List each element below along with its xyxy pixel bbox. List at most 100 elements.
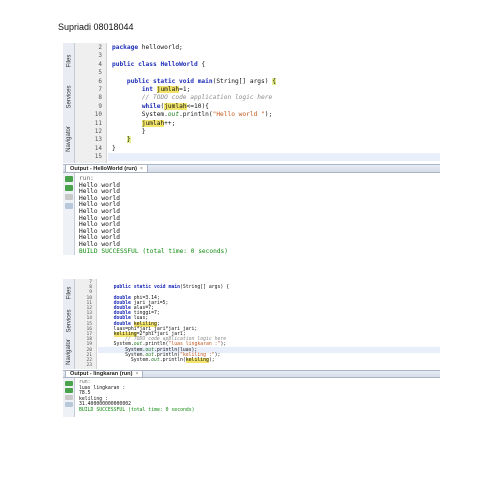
code-line: while(jumlah<=10){ bbox=[112, 102, 209, 110]
close-icon[interactable]: × bbox=[140, 166, 143, 172]
code-token: out bbox=[151, 358, 160, 363]
code-token: public static void bbox=[126, 77, 194, 85]
code-token: } bbox=[112, 128, 146, 135]
rerun-with-params-icon[interactable] bbox=[65, 185, 73, 191]
files-tab[interactable]: Files bbox=[63, 282, 75, 304]
code-token: } bbox=[112, 144, 116, 152]
code-line: System.out.println(keliling); bbox=[102, 358, 215, 363]
code-token: "Hello world " bbox=[212, 111, 265, 119]
code-line: int jumlah=1; bbox=[112, 86, 190, 93]
code-line: System.out.println("Hello world "); bbox=[112, 111, 272, 118]
code-token: main bbox=[197, 77, 213, 85]
code-token: public static void bbox=[113, 285, 166, 291]
line-number: 13 bbox=[94, 136, 102, 144]
close-icon[interactable]: × bbox=[135, 371, 138, 377]
code-line: } bbox=[112, 145, 116, 152]
files-tab[interactable]: Files bbox=[63, 47, 75, 75]
line-number: 12 bbox=[94, 128, 102, 135]
code-editor[interactable]: public static void main(String[] args) {… bbox=[98, 279, 440, 369]
line-number: 9 bbox=[98, 102, 102, 110]
code-token: ); bbox=[264, 111, 273, 119]
code-token: System. bbox=[112, 111, 168, 119]
output-line: run: bbox=[79, 380, 91, 385]
code-token: (String[] args) { bbox=[180, 285, 230, 291]
line-number: 7 bbox=[98, 86, 102, 93]
code-token: HelloWorld bbox=[160, 60, 198, 68]
code-token: int bbox=[141, 86, 153, 93]
line-number: 15 bbox=[94, 153, 102, 161]
output-tab[interactable]: Output - lingkaran (run) × bbox=[65, 371, 144, 377]
current-line-highlight bbox=[108, 153, 440, 161]
code-line: package helloworld; bbox=[112, 44, 183, 51]
output-console: run: Hello world Hello world Hello world Hel… bbox=[79, 174, 440, 255]
output-toolbar bbox=[63, 378, 75, 417]
line-number: 3 bbox=[98, 52, 102, 60]
code-token: while bbox=[141, 102, 161, 110]
output-line: BUILD SUCCESSFUL (total time: 0 seconds) bbox=[79, 247, 229, 255]
stop-icon[interactable] bbox=[65, 395, 73, 400]
output-tab-label: Output - lingkaran (run) bbox=[70, 371, 133, 377]
code-token: helloworld; bbox=[138, 44, 183, 51]
code-line: public static void main(String[] args) { bbox=[112, 77, 276, 85]
code-token: System. bbox=[102, 358, 152, 363]
code-line: jumlah++; bbox=[112, 119, 176, 127]
line-number-gutter: 7 8 9 10 11 12 13 14 15 16 17 18 19 20 21 22 23 bbox=[75, 279, 97, 369]
code-line: public class HelloWorld { bbox=[112, 61, 205, 68]
output-tab-bar: Output - lingkaran (run) × bbox=[63, 370, 440, 378]
code-token: jumlah bbox=[156, 86, 180, 93]
rerun-icon[interactable] bbox=[65, 381, 73, 386]
code-token: { bbox=[272, 77, 276, 85]
output-tab-label: Output - HelloWorld (run) bbox=[70, 165, 138, 172]
output-line: luas lingkaran : bbox=[79, 385, 126, 391]
output-tab-bar: Output - HelloWorld (run) × bbox=[63, 164, 440, 173]
code-line: } bbox=[112, 128, 146, 135]
services-tab[interactable]: Services bbox=[63, 307, 75, 335]
navigator-tab[interactable]: Navigator bbox=[63, 337, 75, 367]
line-number: 11 bbox=[94, 119, 102, 127]
code-token: main bbox=[168, 285, 180, 291]
code-token: ); bbox=[208, 358, 215, 363]
code-token: =1; bbox=[179, 86, 191, 93]
navigator-tab[interactable]: Navigator bbox=[63, 119, 75, 159]
line-number: 4 bbox=[98, 60, 102, 68]
rerun-with-params-icon[interactable] bbox=[65, 388, 73, 393]
settings-icon[interactable] bbox=[65, 402, 73, 407]
services-tab[interactable]: Services bbox=[63, 79, 75, 115]
code-token: jumlah bbox=[164, 102, 187, 110]
line-number: 5 bbox=[98, 69, 102, 77]
code-token: (String[] args) bbox=[212, 77, 273, 85]
output-line: 31.400000000000002 bbox=[79, 402, 131, 408]
page-title: Supriadi 08018044 bbox=[58, 22, 134, 32]
output-tab[interactable]: Output - HelloWorld (run) × bbox=[65, 165, 148, 172]
code-token: } bbox=[126, 136, 131, 144]
line-number: 10 bbox=[94, 111, 102, 119]
side-tab-strip: Files Services Navigator bbox=[63, 279, 75, 369]
code-line: public static void main(String[] args) { bbox=[102, 285, 230, 291]
ide-screenshot-lingkaran: Files Services Navigator 7 8 9 10 11 12 13 14 15… bbox=[63, 279, 440, 417]
code-token: keliling bbox=[185, 358, 209, 363]
code-token: .println( bbox=[159, 358, 186, 363]
settings-icon[interactable] bbox=[65, 203, 73, 209]
code-token: ); bbox=[220, 342, 227, 348]
line-number: 2 bbox=[98, 44, 102, 51]
output-console: run: luas lingkaran :78.5 keliling :31.400… bbox=[79, 379, 440, 417]
stop-icon[interactable] bbox=[65, 194, 73, 200]
code-token: .println( bbox=[179, 111, 213, 119]
output-line: 78.5 bbox=[79, 391, 91, 397]
code-token: { bbox=[197, 60, 206, 68]
code-token: <=10){ bbox=[186, 102, 209, 110]
side-tab-strip: Files Services Navigator bbox=[63, 43, 75, 163]
code-editor[interactable]: package helloworld; public class HelloWor… bbox=[108, 43, 440, 163]
line-number: 23 bbox=[86, 363, 92, 369]
code-line: } bbox=[112, 136, 131, 144]
line-number-gutter: 2 3 4 5 6 7 8 9 10 11 12 13 14 15 bbox=[75, 43, 107, 163]
rerun-icon[interactable] bbox=[65, 176, 73, 182]
code-token: jumlah bbox=[141, 119, 165, 127]
code-token: package bbox=[112, 44, 139, 51]
code-token: ++; bbox=[164, 119, 176, 127]
code-token: ); bbox=[214, 352, 221, 358]
